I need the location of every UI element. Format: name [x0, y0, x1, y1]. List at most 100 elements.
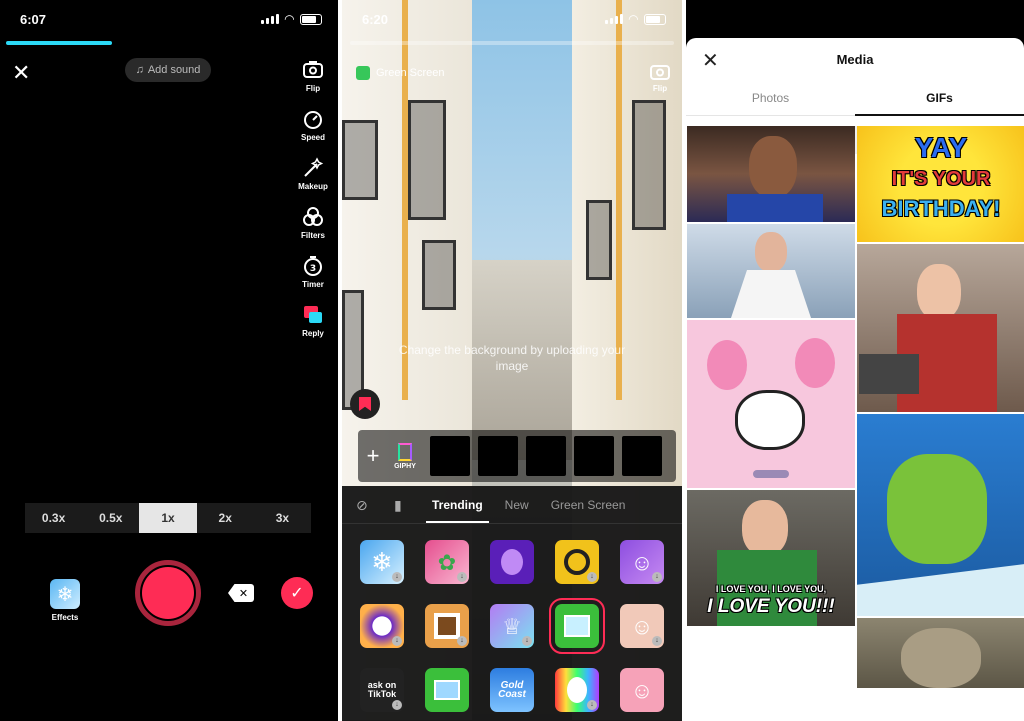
status-icons: ◠	[260, 12, 322, 26]
tool-label: Speed	[300, 133, 325, 142]
zoom-option[interactable]: 2x	[197, 503, 254, 533]
close-icon[interactable]: ✕	[12, 60, 30, 86]
effect-name: Green Screen	[376, 67, 445, 79]
current-effect-label[interactable]: Green Screen	[356, 66, 444, 80]
stage: 6:07 ◠ ✕ ♫ Add sound Flip Speed Makeup F…	[0, 0, 1024, 721]
effect-hint-text: Change the background by uploading your …	[398, 343, 626, 373]
download-icon: ↓	[522, 636, 532, 646]
effect-tile-green-screen[interactable]	[549, 598, 605, 654]
signal-icon	[260, 14, 279, 24]
tool-makeup[interactable]: Makeup	[298, 156, 328, 191]
camera-tools: Flip Speed Makeup Filters 3 Timer Reply	[298, 58, 328, 352]
gif-column-right: YAY IT'S YOUR BIRTHDAY!	[857, 126, 1024, 690]
effects-tabs: ⊘ ▮ Trending New Green Screen	[342, 486, 682, 524]
window-image	[422, 240, 456, 310]
add-image-button[interactable]: +	[358, 443, 388, 469]
status-time: 6:07	[20, 12, 47, 27]
tool-flip[interactable]: Flip	[298, 58, 328, 93]
wifi-icon: ◠	[628, 12, 638, 26]
effect-tile-clone[interactable]: ☺ ↓	[620, 540, 664, 584]
tuxedo-image	[731, 270, 811, 318]
media-header: ✕ Media	[686, 38, 1024, 80]
effect-tile-pink-face[interactable]: ☺	[620, 668, 664, 712]
image-slot[interactable]	[622, 436, 662, 476]
tool-timer[interactable]: 3 Timer	[298, 254, 328, 289]
tool-speed[interactable]: Speed	[298, 107, 328, 142]
delete-clip-button[interactable]: ✕	[228, 584, 254, 602]
tab-green-screen[interactable]: Green Screen	[551, 498, 626, 512]
download-icon: ↓	[587, 572, 597, 582]
download-icon: ↓	[457, 572, 467, 582]
gif-column-left: I LOVE YOU, I LOVE YOU, I LOVE YOU!!!	[687, 126, 855, 690]
zoom-option[interactable]: 0.5x	[82, 503, 139, 533]
face-image	[917, 264, 961, 320]
zoom-option-selected[interactable]: 1x	[139, 503, 197, 533]
sloth-image	[901, 628, 981, 688]
effect-tile-gold-coast[interactable]: Gold Coast	[490, 668, 534, 712]
image-slot[interactable]	[574, 436, 614, 476]
gif-surprised-woman[interactable]	[857, 244, 1024, 412]
tab-gifs[interactable]: GIFs	[855, 80, 1024, 116]
effect-tile-yellow-face[interactable]: ↓	[555, 540, 599, 584]
green-screen-effect-screen: 6:20 ◠ Green Screen Flip Change the back…	[342, 0, 682, 721]
tool-filters[interactable]: Filters	[298, 205, 328, 240]
camera-screen: 6:07 ◠ ✕ ♫ Add sound Flip Speed Makeup F…	[0, 0, 338, 721]
face-image	[742, 500, 788, 556]
effect-tile-flowers[interactable]: ✿ ↓	[425, 540, 469, 584]
gif-elf-love-you[interactable]: I LOVE YOU, I LOVE YOU, I LOVE YOU!!!	[687, 490, 855, 626]
image-picker-tray: + GIPHY	[358, 430, 676, 482]
image-slot[interactable]	[430, 436, 470, 476]
giphy-button[interactable]: GIPHY	[388, 442, 422, 470]
effect-tile-snowflake[interactable]: ❄ ↓	[360, 540, 404, 584]
gif-extra[interactable]	[687, 628, 855, 688]
flip-button[interactable]: Flip	[648, 60, 672, 93]
filters-icon	[303, 207, 323, 226]
effect-tile-frame[interactable]: ↓	[425, 604, 469, 648]
building-trim	[616, 0, 622, 400]
effect-tile-dancer[interactable]: ♕ ↓	[490, 604, 534, 648]
record-button[interactable]	[135, 560, 201, 626]
download-icon: ↓	[392, 636, 402, 646]
status-bar: 6:20 ◠	[342, 0, 682, 40]
effects-label: Effects	[51, 613, 79, 622]
download-icon: ↓	[587, 700, 597, 710]
tab-trending[interactable]: Trending	[426, 498, 489, 523]
saved-bookmark-icon[interactable]: ▮	[394, 497, 410, 513]
gif-pink-cartoon[interactable]	[687, 320, 855, 488]
gif-grinch[interactable]	[857, 414, 1024, 616]
bookmark-icon	[359, 397, 371, 411]
effect-tile-upload-photo[interactable]	[425, 668, 469, 712]
gif-basketball-player[interactable]	[687, 126, 855, 222]
add-sound-button[interactable]: ♫ Add sound	[125, 58, 211, 82]
download-icon: ↓	[652, 636, 662, 646]
orb-icon	[490, 540, 534, 584]
effect-tile-ask-tiktok[interactable]: ask on TikTok ↓	[360, 668, 404, 712]
download-icon: ↓	[652, 572, 662, 582]
confirm-button[interactable]: ✓	[281, 577, 313, 609]
effect-tile-portal[interactable]: ↓	[360, 604, 404, 648]
zoom-option[interactable]: 3x	[254, 503, 311, 533]
no-effect-icon[interactable]: ⊘	[356, 497, 372, 513]
tab-new[interactable]: New	[505, 498, 529, 512]
effect-tile-purple-orb[interactable]	[490, 540, 534, 584]
zoom-option[interactable]: 0.3x	[25, 503, 82, 533]
gif-sloth[interactable]	[857, 618, 1024, 688]
backspace-icon: ✕	[238, 587, 249, 600]
download-icon: ↓	[392, 700, 402, 710]
image-slot[interactable]	[526, 436, 566, 476]
gif-yay-birthday[interactable]: YAY IT'S YOUR BIRTHDAY!	[857, 126, 1024, 242]
cloud-image	[707, 340, 747, 390]
speed-icon	[304, 111, 322, 129]
zoom-selector: 0.3x 0.5x 1x 2x 3x	[25, 503, 311, 533]
face-image	[749, 136, 797, 198]
effects-button[interactable]: ❄ Effects	[50, 579, 80, 622]
effect-tile-mask[interactable]: ☺ ↓	[620, 604, 664, 648]
tool-reply[interactable]: Reply	[298, 303, 328, 338]
snowflake-icon: ❄	[50, 579, 80, 609]
image-slot[interactable]	[478, 436, 518, 476]
tab-photos[interactable]: Photos	[686, 80, 855, 115]
cartoon-character-image	[735, 390, 805, 450]
favorite-effect-button[interactable]	[350, 389, 380, 419]
effect-tile-rainbow[interactable]: ↓	[555, 668, 599, 712]
gif-tuxedo-man[interactable]	[687, 224, 855, 318]
